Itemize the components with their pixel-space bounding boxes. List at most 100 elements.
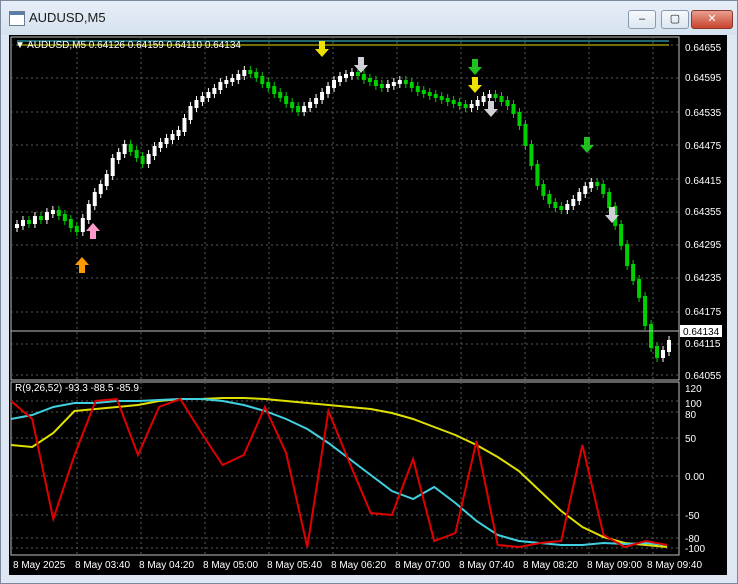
candle-body: [122, 144, 127, 154]
candle-body: [463, 104, 468, 108]
candle-body: [355, 72, 360, 76]
candle-body: [206, 92, 211, 98]
candle-body: [637, 279, 642, 298]
candle-body: [290, 102, 295, 108]
candle-body: [595, 182, 600, 186]
candle-body: [403, 80, 408, 84]
candle-body: [571, 199, 576, 206]
buy-arrow-pink: [86, 223, 100, 239]
candle-body: [433, 94, 438, 98]
price-label: 0.64655: [685, 43, 722, 54]
indicator-label: 80: [685, 410, 697, 421]
candle-body: [535, 164, 540, 186]
price-chart[interactable]: ▼ AUDUSD,M5 0.64126 0.64159 0.64110 0.64…: [9, 35, 727, 575]
main-chart-header: ▼ AUDUSD,M5 0.64126 0.64159 0.64110 0.64…: [15, 40, 241, 51]
candle-body: [140, 156, 145, 164]
r9-line: [10, 397, 668, 549]
candle-body: [188, 106, 193, 120]
candle-body: [236, 74, 241, 80]
time-label: 8 May 06:20: [331, 560, 386, 571]
minimize-button[interactable]: ‒: [628, 10, 656, 29]
candle-body: [631, 264, 636, 281]
candle-body: [308, 102, 313, 108]
candle-body: [445, 98, 450, 102]
candle-body: [373, 80, 378, 86]
candle-body: [152, 146, 157, 156]
candle-body: [182, 118, 187, 132]
candle-body: [326, 86, 331, 94]
candle-body: [667, 340, 671, 352]
candle-body: [397, 80, 402, 84]
close-button[interactable]: ✕: [691, 10, 733, 29]
candle-body: [529, 144, 534, 166]
candle-body: [559, 206, 564, 210]
candle-body: [284, 96, 289, 104]
candle-body: [32, 216, 37, 224]
time-label: 8 May 03:40: [75, 560, 130, 571]
terminal-window: AUDUSD,M5 ‒ ▢ ✕ ▼ AUDUSD,M5 0.64126 0.64…: [0, 0, 738, 584]
candle-body: [218, 82, 223, 90]
candle-body: [224, 80, 229, 84]
candle-body: [481, 96, 486, 102]
candle-body: [547, 194, 552, 204]
candle-body: [367, 78, 372, 82]
candle-body: [116, 152, 121, 160]
buy-arrow-orange: [75, 257, 89, 273]
candle-body: [92, 192, 97, 206]
candle-body: [158, 142, 163, 148]
indicator-axis: 120 100 80 50 0.00 -50 -80 -100: [685, 384, 705, 555]
candle-body: [200, 96, 205, 102]
indicator-label: 100: [685, 399, 702, 410]
candle-body: [278, 92, 283, 98]
candle-body: [320, 92, 325, 100]
candle-body: [577, 192, 582, 201]
candle-body: [361, 74, 366, 80]
price-label: 0.64475: [685, 141, 722, 152]
candle-body: [565, 204, 570, 210]
candle-body: [302, 106, 307, 112]
candle-body: [74, 226, 79, 232]
candle-body: [44, 212, 49, 220]
candle-body: [601, 184, 606, 194]
candle-body: [409, 82, 414, 88]
chart-area[interactable]: ▼ AUDUSD,M5 0.64126 0.64159 0.64110 0.64…: [9, 35, 727, 575]
candle-body: [457, 102, 462, 106]
candle-body: [146, 154, 151, 164]
maximize-button[interactable]: ▢: [661, 10, 689, 29]
indicator-header: R(9,26,52) -93.3 -88.5 -85.9: [15, 383, 139, 394]
candle-body: [505, 100, 510, 106]
candle-body: [607, 192, 612, 208]
time-label: 8 May 09:00: [587, 560, 642, 571]
title-bar[interactable]: AUDUSD,M5 ‒ ▢ ✕: [1, 1, 737, 35]
candle-body: [254, 72, 259, 78]
candle-body: [661, 350, 666, 358]
candle-body: [260, 76, 265, 84]
candle-body: [511, 104, 516, 114]
candle-body: [38, 216, 43, 220]
candle-body: [164, 138, 169, 144]
candle-body: [625, 244, 630, 266]
candle-body: [230, 78, 235, 82]
candle-body: [523, 124, 528, 146]
price-label: 0.64535: [685, 108, 722, 119]
candle-body: [583, 186, 588, 194]
candle-body: [487, 94, 492, 98]
candle-body: [451, 100, 456, 104]
candle-body: [26, 220, 31, 224]
candle-body: [212, 88, 217, 94]
candle-body: [415, 86, 420, 92]
price-label: 0.64355: [685, 207, 722, 218]
time-label: 8 May 2025: [13, 560, 66, 571]
candle-body: [134, 150, 139, 158]
candle-body: [379, 84, 384, 88]
candle-body: [619, 224, 624, 246]
candle-body: [439, 96, 444, 100]
candle-body: [469, 104, 474, 108]
indicator-label: -50: [685, 511, 700, 522]
candle-body: [391, 82, 396, 86]
candle-body: [248, 70, 253, 74]
r26-line: [10, 398, 668, 546]
main-plot-frame: [10, 36, 680, 381]
current-price-label: 0.64134: [683, 327, 720, 338]
candle-body: [15, 224, 19, 228]
